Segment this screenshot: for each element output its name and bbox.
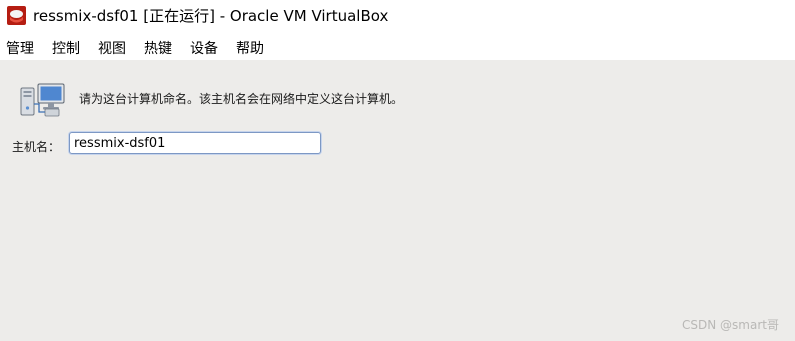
window-title: ressmix-dsf01 [正在运行] - Oracle VM Virtual…	[33, 7, 389, 25]
watermark: CSDN @smart哥	[682, 318, 779, 332]
virtualbox-icon	[7, 6, 26, 25]
guest-screen: 请为这台计算机命名。该主机名会在网络中定义这台计算机。 主机名： CSDN @s…	[0, 60, 795, 341]
hostname-input[interactable]	[69, 132, 321, 154]
menu-view[interactable]: 视图	[98, 38, 126, 58]
hostname-label: 主机名：	[12, 140, 61, 154]
menu-devices[interactable]: 设备	[190, 38, 218, 58]
menu-manage[interactable]: 管理	[6, 38, 34, 58]
menu-hotkeys[interactable]: 热键	[144, 38, 172, 58]
hostname-instruction: 请为这台计算机命名。该主机名会在网络中定义这台计算机。	[79, 92, 404, 106]
menu-help[interactable]: 帮助	[236, 38, 264, 58]
network-computers-icon	[20, 83, 65, 117]
menu-bar: 管理 控制 视图 热键 设备 帮助	[0, 32, 795, 60]
window-title-bar: ressmix-dsf01 [正在运行] - Oracle VM Virtual…	[0, 0, 795, 32]
menu-control[interactable]: 控制	[52, 38, 80, 58]
